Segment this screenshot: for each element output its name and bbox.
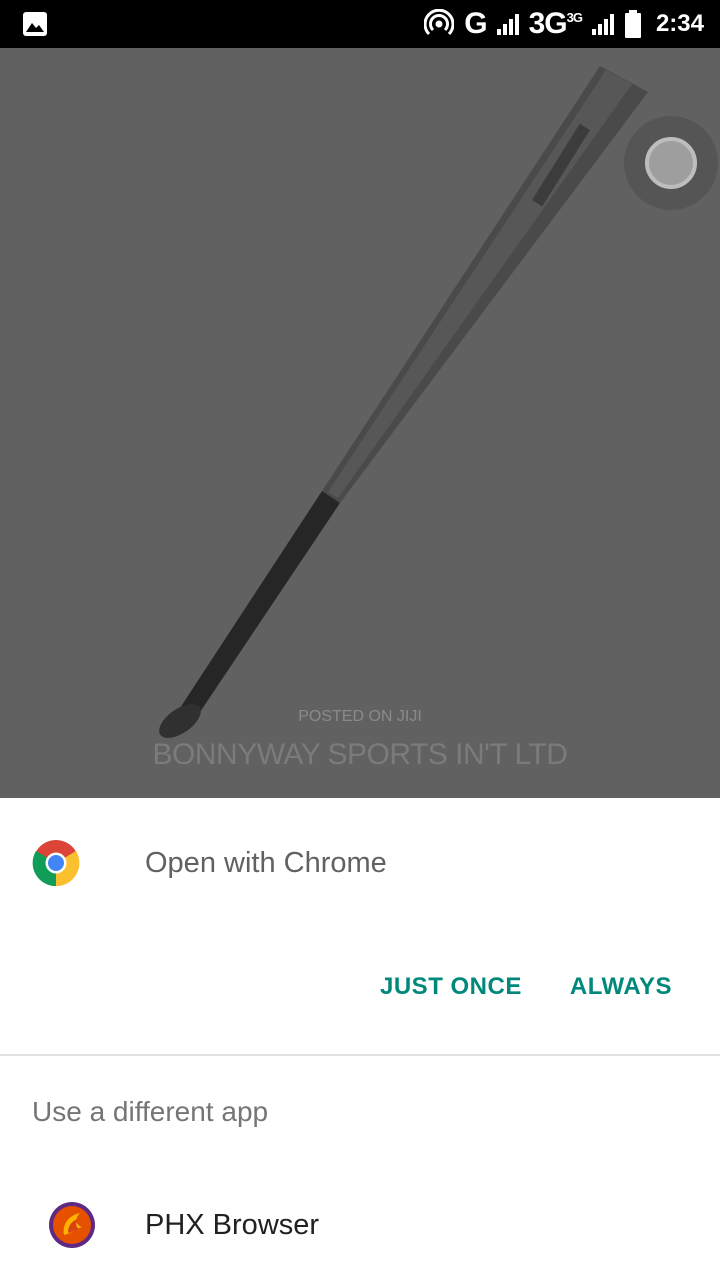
status-icons: G 3G3G 2:34 xyxy=(424,0,704,48)
phx-browser-icon xyxy=(49,1202,95,1248)
dimmed-background[interactable]: POSTED ON JIJI BONNYWAY SPORTS IN'T LTD xyxy=(0,48,720,798)
network-type-1: G xyxy=(464,7,487,40)
phx-browser-label: PHX Browser xyxy=(145,1208,320,1241)
network-type-2-sup: 3G xyxy=(566,10,583,25)
divider xyxy=(0,1054,720,1056)
always-button[interactable]: ALWAYS xyxy=(570,973,672,1001)
primary-app-row: Open with Chrome xyxy=(0,836,720,890)
chrome-icon xyxy=(32,840,80,887)
network-type-2-label: 3G xyxy=(528,7,568,40)
chooser-actions: JUST ONCE ALWAYS xyxy=(380,973,672,1001)
section-title: Use a different app xyxy=(32,1096,269,1127)
baseball-bat-image xyxy=(159,66,648,738)
network-type-2: 3G3G xyxy=(528,7,583,41)
clock: 2:34 xyxy=(655,10,704,37)
status-bar: G 3G3G 2:34 xyxy=(0,0,720,48)
watermark-small: POSTED ON JIJI xyxy=(298,708,422,725)
signal-icon-1 xyxy=(496,13,519,35)
primary-app-label: Open with Chrome xyxy=(145,846,387,879)
just-once-button[interactable]: JUST ONCE xyxy=(380,973,522,1001)
battery-icon xyxy=(624,10,641,38)
watermark-big: BONNYWAY SPORTS IN'T LTD xyxy=(152,738,568,771)
app-item-phx-browser[interactable]: PHX Browser xyxy=(0,1198,720,1252)
app-chooser-sheet: Open with Chrome JUST ONCE ALWAYS Use a … xyxy=(0,798,720,1280)
floating-button-inner xyxy=(645,137,697,189)
image-icon xyxy=(23,12,47,36)
hotspot-icon xyxy=(424,9,455,36)
floating-button[interactable] xyxy=(624,116,718,210)
signal-icon-2 xyxy=(591,13,614,35)
